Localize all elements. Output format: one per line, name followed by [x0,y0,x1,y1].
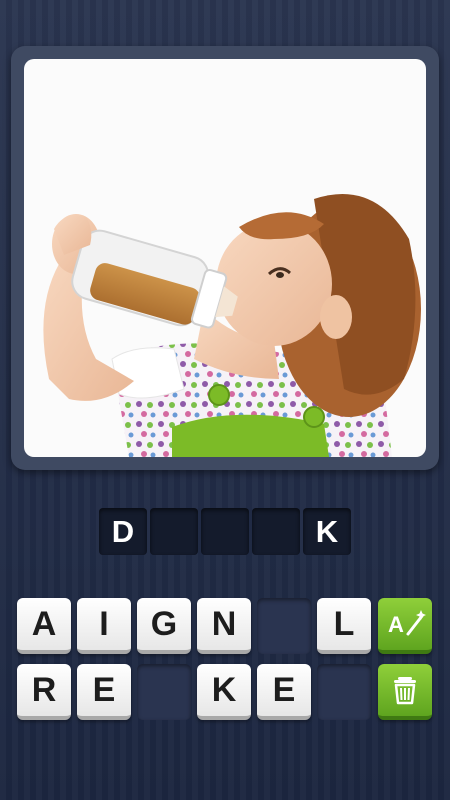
reveal-letter-button[interactable]: A [378,598,432,654]
empty-letter-slot [257,598,311,654]
answer-slot-4[interactable] [252,508,300,555]
svg-text:A: A [388,612,404,637]
letter-tile[interactable]: L [317,598,371,654]
letter-tile[interactable]: G [137,598,191,654]
empty-letter-slot [137,664,191,720]
letter-tile[interactable]: R [17,664,71,720]
puzzle-image-frame [11,46,439,470]
letter-tile[interactable]: A [17,598,71,654]
letter-tile[interactable]: I [77,598,131,654]
letter-wand-icon: A [388,610,426,637]
puzzle-photo [24,59,426,457]
answer-slot-2[interactable] [150,508,198,555]
letter-tile[interactable]: K [197,664,251,720]
letter-tile[interactable]: E [257,664,311,720]
baby-drinking-bottle-illustration [43,194,421,457]
letter-tile[interactable]: E [77,664,131,720]
remove-letters-button[interactable] [378,664,432,720]
trash-icon [394,677,416,705]
answer-slot-1[interactable]: D [99,508,147,555]
empty-letter-slot [317,664,371,720]
letter-tile[interactable]: N [197,598,251,654]
answer-slot-3[interactable] [201,508,249,555]
answer-slot-5[interactable]: K [303,508,351,555]
